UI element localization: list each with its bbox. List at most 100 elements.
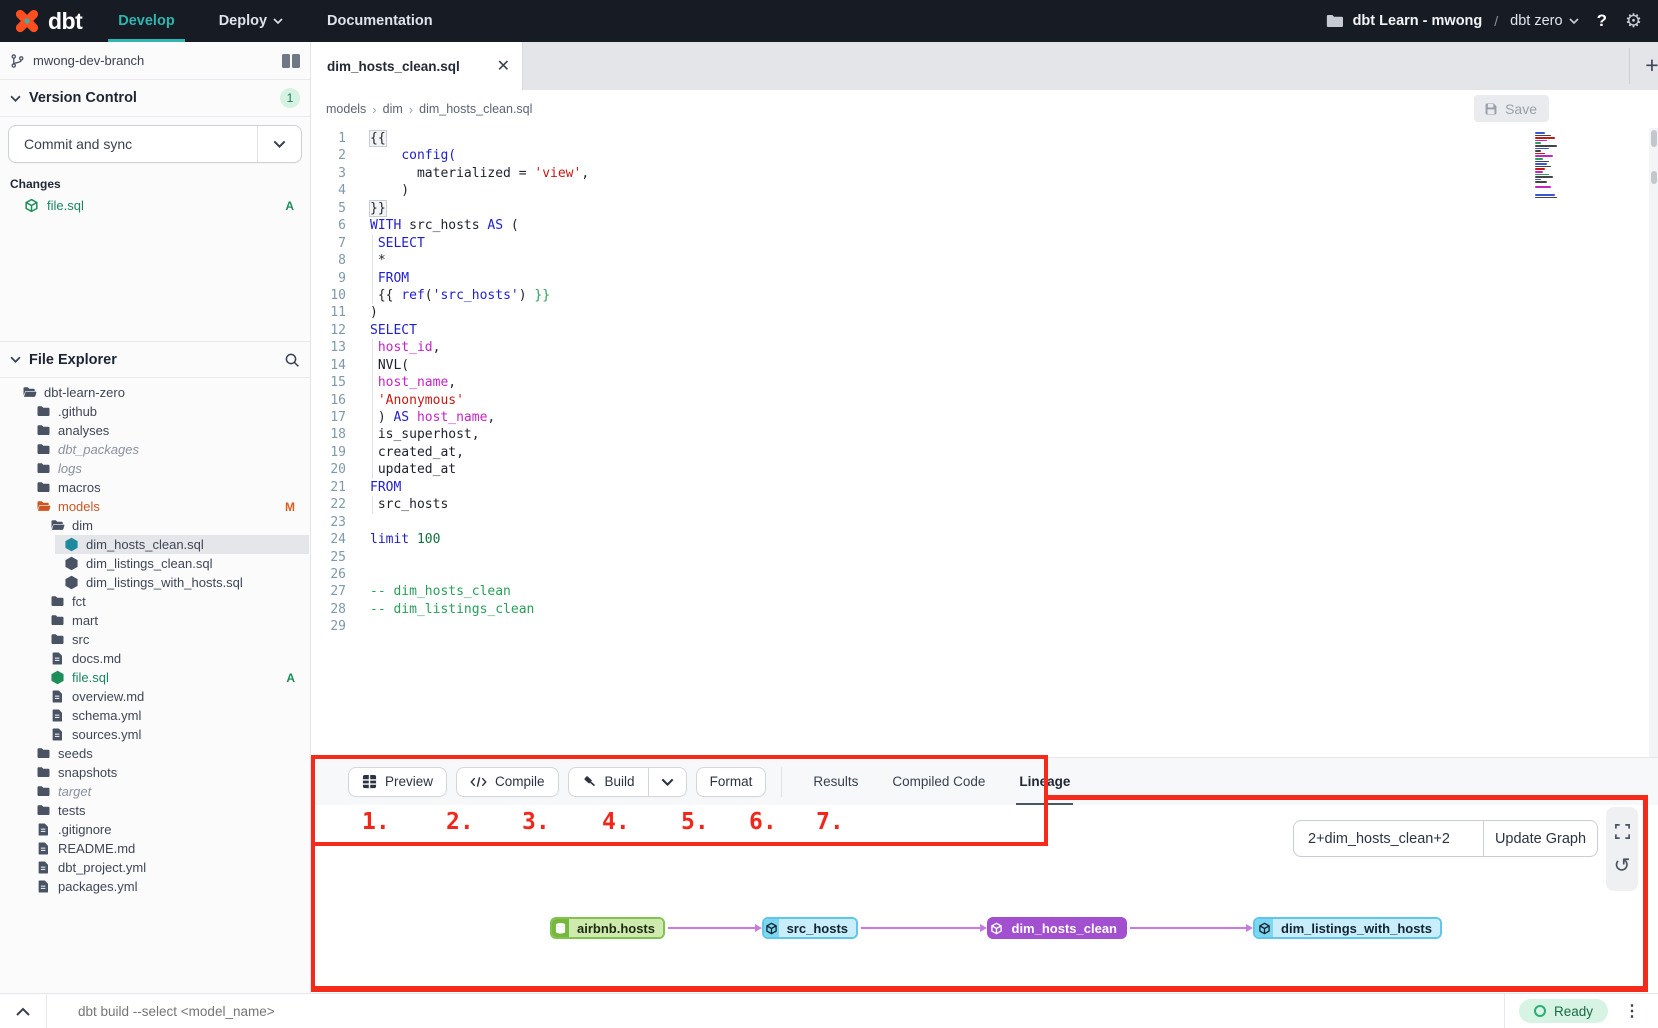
lineage-node-dim_listings_with_hosts[interactable]: dim_listings_with_hosts	[1253, 917, 1442, 939]
tree-item-dbt-learn-zero[interactable]: dbt-learn-zero	[0, 383, 309, 402]
build-button[interactable]: Build	[568, 767, 649, 797]
tree-item-docs-md[interactable]: docs.md	[0, 649, 309, 668]
fullscreen-icon[interactable]	[1614, 823, 1631, 840]
environment-selector[interactable]: dbt zero	[1510, 13, 1578, 29]
version-control-header[interactable]: Version Control 1	[0, 80, 310, 117]
tree-item-tests[interactable]: tests	[0, 801, 309, 820]
code-line[interactable]: 22 src_hosts	[311, 496, 1658, 513]
build-options-caret[interactable]	[649, 767, 687, 797]
code-line[interactable]: 14 NVL(	[311, 357, 1658, 374]
tree-item-dbt-project-yml[interactable]: dbt_project.yml	[0, 858, 309, 877]
breadcrumb-dim[interactable]: dim	[383, 102, 403, 116]
branch-name[interactable]: mwong-dev-branch	[33, 53, 274, 68]
code-line[interactable]: 23	[311, 514, 1658, 531]
tree-item-schema-yml[interactable]: schema.yml	[0, 706, 309, 725]
tree-item-analyses[interactable]: analyses	[0, 421, 309, 440]
scrollbar-thumb[interactable]	[1651, 130, 1657, 147]
code-line[interactable]: 27-- dim_hosts_clean	[311, 583, 1658, 600]
tree-item-logs[interactable]: logs	[0, 459, 309, 478]
code-line[interactable]: 7 SELECT	[311, 235, 1658, 252]
tree-item-file-sql[interactable]: file.sqlA	[0, 668, 309, 687]
code-line[interactable]: 18 is_superhost,	[311, 426, 1658, 443]
update-graph-button[interactable]: Update Graph	[1484, 820, 1598, 857]
code-line[interactable]: 25	[311, 549, 1658, 566]
lineage-selector-input[interactable]	[1293, 820, 1484, 857]
code-line[interactable]: 16 'Anonymous'	[311, 392, 1658, 409]
command-input[interactable]	[47, 1004, 1504, 1019]
code-line[interactable]: 26	[311, 566, 1658, 583]
nav-deploy[interactable]: Deploy	[197, 0, 305, 42]
code-line[interactable]: 28-- dim_listings_clean	[311, 601, 1658, 618]
code-line[interactable]: 17 ) AS host_name,	[311, 409, 1658, 426]
tree-item-target[interactable]: target	[0, 782, 309, 801]
tree-item-macros[interactable]: macros	[0, 478, 309, 497]
tab-compiled-code[interactable]: Compiled Code	[875, 758, 1002, 806]
code-line[interactable]: 10 {{ ref('src_hosts') }}	[311, 287, 1658, 304]
code-line[interactable]: 6WITH src_hosts AS (	[311, 217, 1658, 234]
changed-file-row[interactable]: file.sql A	[10, 198, 300, 213]
tree-item-overview-md[interactable]: overview.md	[0, 687, 309, 706]
tree-item-dim[interactable]: dim	[0, 516, 309, 535]
tab-lineage[interactable]: Lineage	[1002, 758, 1087, 806]
new-tab-button[interactable]: +	[1639, 53, 1658, 79]
gear-icon[interactable]: ⚙	[1625, 10, 1642, 33]
breadcrumb-models[interactable]: models	[326, 102, 366, 116]
code-line[interactable]: 19 created_at,	[311, 444, 1658, 461]
docs-panels-icon[interactable]	[282, 54, 300, 68]
tree-item-packages-yml[interactable]: packages.yml	[0, 877, 309, 896]
breadcrumb-file[interactable]: dim_hosts_clean.sql	[419, 102, 532, 116]
chevron-up-icon[interactable]	[0, 1007, 46, 1016]
commit-and-sync-button[interactable]: Commit and sync	[8, 125, 302, 163]
search-icon[interactable]	[284, 352, 300, 368]
lineage-node-dim_hosts_clean[interactable]: dim_hosts_clean	[987, 917, 1127, 939]
preview-button[interactable]: Preview	[348, 767, 447, 797]
close-icon[interactable]: ✕	[487, 56, 510, 76]
code-line[interactable]: 20 updated_at	[311, 461, 1658, 478]
tree-item-dim-hosts-clean-sql[interactable]: dim_hosts_clean.sql	[0, 535, 309, 554]
tree-item-mart[interactable]: mart	[0, 611, 309, 630]
nav-documentation[interactable]: Documentation	[305, 0, 455, 42]
kebab-menu-icon[interactable]: ⋮	[1620, 1001, 1658, 1021]
code-line[interactable]: 29	[311, 618, 1658, 635]
project-name[interactable]: dbt Learn - mwong	[1353, 13, 1483, 29]
tree-item-fct[interactable]: fct	[0, 592, 309, 611]
help-icon[interactable]: ?	[1589, 11, 1615, 31]
tree-item--github[interactable]: .github	[0, 402, 309, 421]
tree-item-seeds[interactable]: seeds	[0, 744, 309, 763]
compile-button[interactable]: Compile	[456, 767, 559, 797]
tree-item--gitignore[interactable]: .gitignore	[0, 820, 309, 839]
code-line[interactable]: 2 config(	[311, 147, 1658, 164]
code-line[interactable]: 12SELECT	[311, 322, 1658, 339]
format-button[interactable]: Format	[696, 767, 767, 797]
tree-item-dim-listings-with-hosts-sql[interactable]: dim_listings_with_hosts.sql	[0, 573, 309, 592]
code-line[interactable]: 11)	[311, 304, 1658, 321]
code-line[interactable]: 8 *	[311, 252, 1658, 269]
code-line[interactable]: 4 )	[311, 182, 1658, 199]
code-line[interactable]: 5}}	[311, 200, 1658, 217]
tree-item-readme-md[interactable]: README.md	[0, 839, 309, 858]
tree-item-snapshots[interactable]: snapshots	[0, 763, 309, 782]
nav-develop[interactable]: Develop	[96, 0, 196, 42]
tree-item-dim-listings-clean-sql[interactable]: dim_listings_clean.sql	[0, 554, 309, 573]
code-line[interactable]: 15 host_name,	[311, 374, 1658, 391]
code-line[interactable]: 3 materialized = 'view',	[311, 165, 1658, 182]
minimap[interactable]	[1535, 132, 1563, 199]
tree-item-dbt-packages[interactable]: dbt_packages	[0, 440, 309, 459]
code-line[interactable]: 9 FROM	[311, 270, 1658, 287]
lineage-node-src_hosts[interactable]: src_hosts	[762, 917, 858, 939]
save-button[interactable]: Save	[1474, 95, 1549, 122]
tab-dim-hosts-clean[interactable]: dim_hosts_clean.sql ✕	[311, 42, 523, 90]
tree-item-models[interactable]: modelsM	[0, 497, 309, 516]
tab-results[interactable]: Results	[796, 758, 875, 806]
tree-item-src[interactable]: src	[0, 630, 309, 649]
commit-options-caret[interactable]	[257, 126, 301, 162]
editor-scrollbar[interactable]	[1649, 128, 1658, 757]
code-editor[interactable]: 1{{2 config(3 materialized = 'view',4 )5…	[311, 128, 1658, 757]
file-explorer-header[interactable]: File Explorer	[0, 341, 310, 378]
dbt-logo[interactable]: dbt	[0, 0, 96, 42]
reset-view-icon[interactable]: ↺	[1614, 855, 1631, 875]
lineage-node-airbnb-hosts[interactable]: airbnb.hosts	[550, 917, 665, 939]
code-line[interactable]: 24limit 100	[311, 531, 1658, 548]
scrollbar-thumb[interactable]	[1651, 171, 1657, 184]
code-line[interactable]: 13 host_id,	[311, 339, 1658, 356]
